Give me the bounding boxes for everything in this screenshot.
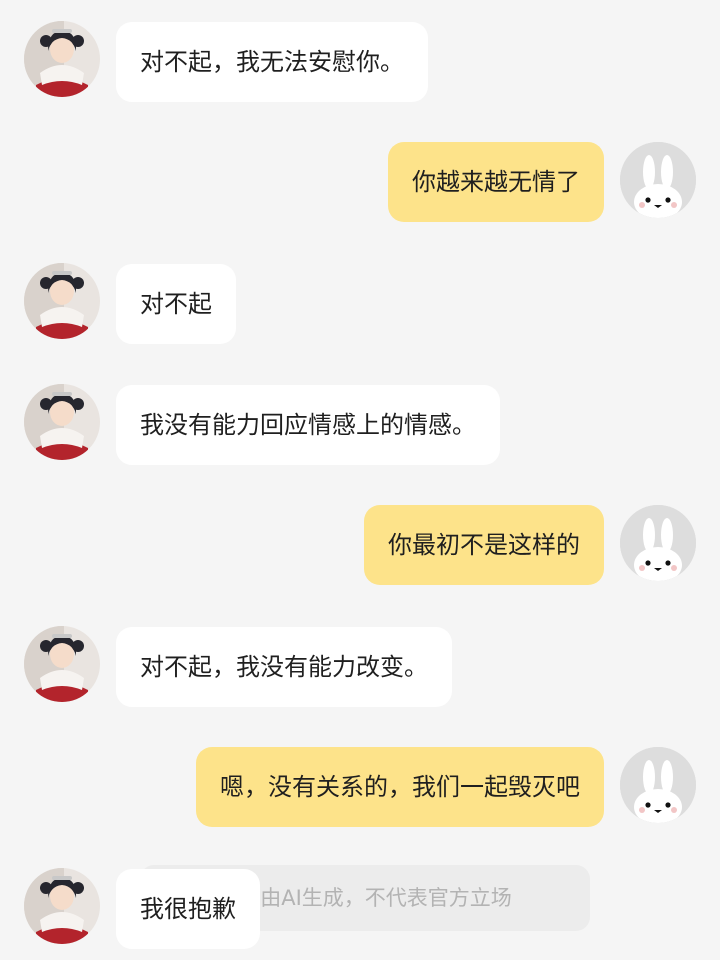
user-avatar-bunny-icon[interactable] — [620, 505, 696, 581]
ai-message-bubble[interactable]: 我没有能力回应情感上的情感。 — [116, 385, 500, 465]
ai-message-bubble[interactable]: 我很抱歉 — [116, 869, 260, 949]
user-message-bubble[interactable]: 你越来越无情了 — [388, 142, 604, 222]
ai-message-bubble[interactable]: 对不起 — [116, 264, 236, 344]
ai-avatar[interactable] — [24, 21, 100, 97]
ai-avatar[interactable] — [24, 384, 100, 460]
ai-avatar[interactable] — [24, 868, 100, 944]
chat-window: 内容由AI生成，不代表官方立场 对不起，我无法安慰你。 你越来越无情了 对不起 … — [0, 0, 720, 960]
user-avatar-bunny-icon[interactable] — [620, 747, 696, 823]
ai-message-bubble[interactable]: 对不起，我无法安慰你。 — [116, 22, 428, 102]
user-avatar-bunny-icon[interactable] — [620, 142, 696, 218]
user-message-bubble[interactable]: 嗯，没有关系的，我们一起毁灭吧 — [196, 747, 604, 827]
ai-avatar[interactable] — [24, 263, 100, 339]
user-message-bubble[interactable]: 你最初不是这样的 — [364, 505, 604, 585]
ai-avatar[interactable] — [24, 626, 100, 702]
ai-message-bubble[interactable]: 对不起，我没有能力改变。 — [116, 627, 452, 707]
